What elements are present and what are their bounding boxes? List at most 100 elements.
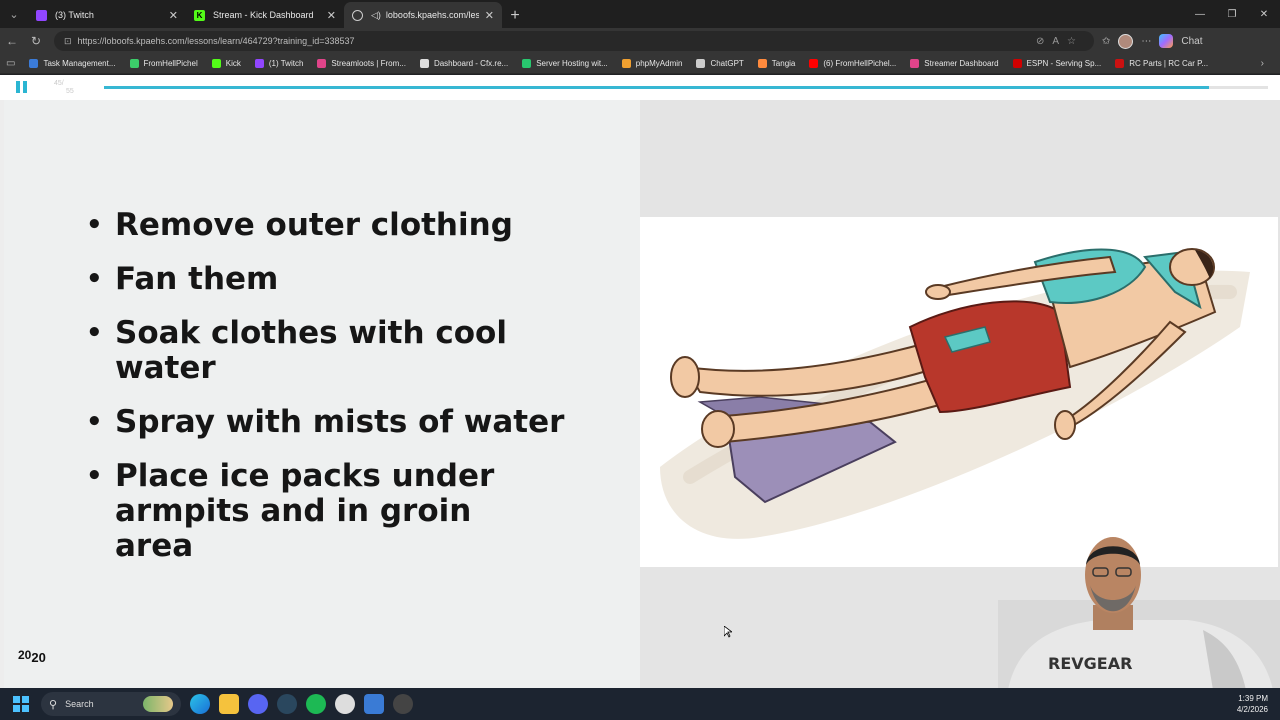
bookmark-item[interactable]: Dashboard - Cfx.re... [419, 59, 509, 68]
globe-icon [352, 9, 363, 21]
profile-avatar[interactable] [1118, 33, 1134, 49]
bookmark-label: RC Parts | RC Car P... [1129, 59, 1209, 68]
more-menu-icon[interactable]: ⋯ [1141, 36, 1151, 47]
progress-bar[interactable] [104, 86, 1268, 89]
tab-close-icon[interactable]: ✕ [169, 9, 178, 22]
bookmark-favicon-icon [129, 59, 139, 68]
spotify-icon[interactable] [306, 694, 326, 714]
bullet-item: Fan them [86, 262, 606, 298]
settings-gear-icon[interactable] [393, 694, 413, 714]
bookmark-item[interactable]: (1) Twitch [254, 59, 304, 68]
taskbar-search[interactable]: ⚲ Search [41, 692, 181, 716]
bookmark-item[interactable]: ESPN - Serving Sp... [1012, 59, 1102, 68]
bookmark-item[interactable]: Streamloots | From... [317, 59, 406, 68]
discord-icon[interactable] [248, 694, 268, 714]
bookmark-favicon-icon [254, 59, 264, 68]
url-field[interactable]: ⊡ https://loboofs.kpaehs.com/lessons/lea… [54, 31, 1094, 51]
bookmark-favicon-icon [522, 59, 532, 68]
slide-counter: 45/ 55 [54, 80, 74, 95]
bookmark-label: ESPN - Serving Sp... [1026, 59, 1102, 68]
bookmark-label: Dashboard - Cfx.re... [433, 59, 509, 68]
close-window-icon[interactable]: ✕ [1248, 0, 1280, 28]
bullet-item: Place ice packs under armpits and in gro… [86, 459, 546, 564]
progress-bar-fill [104, 86, 1209, 89]
bookmark-label: Kick [225, 59, 241, 68]
bullet-item: Remove outer clothing [86, 208, 606, 244]
bookmark-label: Task Management... [43, 59, 116, 68]
illustration-frame [640, 217, 1278, 567]
tab-kick-dashboard[interactable]: K Stream - Kick Dashboard ✕ [186, 2, 344, 28]
system-clock[interactable]: 1:39 PM 4/2/2026 [1237, 693, 1268, 715]
browser-tab-bar: ⌄ (3) Twitch ✕ K Stream - Kick Dashboard… [0, 0, 1280, 28]
bookmark-favicon-icon [910, 59, 920, 68]
speaker-icon[interactable]: ◁) [371, 10, 381, 21]
bookmark-item[interactable]: Server Hosting wit... [522, 59, 608, 68]
bookmark-item[interactable]: phpMyAdmin [621, 59, 682, 68]
file-explorer-icon[interactable] [219, 694, 239, 714]
restore-icon[interactable]: ❐ [1216, 0, 1248, 28]
tab-lessons[interactable]: ◁) loboofs.kpaehs.com/lessons/l ✕ [344, 2, 502, 28]
site-info-icon[interactable]: ⊡ [64, 36, 72, 47]
twitch-favicon-icon [36, 9, 47, 21]
sidebar-toggle-icon[interactable]: ▭ [6, 58, 15, 69]
slide-counter-current: 45 [54, 80, 62, 87]
bullet-list: Remove outer clothing Fan them Soak clot… [86, 208, 606, 583]
chevron-right-icon[interactable]: › [1261, 58, 1264, 69]
steam-icon[interactable] [277, 694, 297, 714]
tab-label: (3) Twitch [55, 10, 94, 20]
bookmark-favicon-icon [1012, 59, 1022, 68]
mouse-cursor-icon [724, 626, 732, 638]
streamer-webcam-image [998, 537, 1280, 690]
tab-close-icon[interactable]: ✕ [327, 9, 336, 22]
search-label: Search [65, 699, 94, 709]
app-icon[interactable] [364, 694, 384, 714]
chat-label[interactable]: Chat [1181, 36, 1202, 47]
bookmark-label: Streamloots | From... [331, 59, 406, 68]
obs-icon[interactable] [335, 694, 355, 714]
windows-taskbar: ⚲ Search 1:39 PM 4/2/2026 [0, 688, 1280, 720]
bookmark-favicon-icon [757, 59, 767, 68]
bookmark-favicon-icon [419, 59, 429, 68]
url-text: https://loboofs.kpaehs.com/lessons/learn… [77, 36, 355, 46]
bookmark-favicon-icon [809, 59, 819, 68]
bookmark-item[interactable]: ChatGPT [696, 59, 744, 68]
bookmark-label: Server Hosting wit... [536, 59, 608, 68]
search-icon: ⚲ [49, 698, 58, 711]
clock-time: 1:39 PM [1238, 694, 1268, 703]
tab-close-icon[interactable]: ✕ [485, 9, 494, 22]
back-arrow-icon[interactable]: ← [0, 34, 24, 48]
bookmark-favicon-icon [29, 59, 39, 68]
window-controls: — ❐ ✕ [1184, 0, 1280, 28]
tab-label: Stream - Kick Dashboard [213, 10, 314, 20]
clock-date: 4/2/2026 [1236, 705, 1268, 714]
bookmark-favicon-icon [1115, 59, 1125, 68]
bookmark-item[interactable]: Streamer Dashboard [910, 59, 999, 68]
bookmark-item[interactable]: (6) FromHellPichel... [809, 59, 896, 68]
tab-twitch[interactable]: (3) Twitch ✕ [28, 2, 186, 28]
tab-actions-menu-icon[interactable]: ⌄ [2, 2, 26, 26]
slide-text-panel: Remove outer clothing Fan them Soak clot… [4, 100, 640, 688]
edge-icon[interactable] [190, 694, 210, 714]
tab-label: loboofs.kpaehs.com/lessons/l [385, 10, 479, 20]
search-highlight-image [143, 696, 173, 712]
favorites-icon[interactable]: ✩ [1102, 36, 1110, 47]
bookmark-item[interactable]: RC Parts | RC Car P... [1115, 59, 1208, 68]
pause-icon[interactable] [16, 81, 28, 93]
webcam-overlay: REVGEAR [998, 530, 1280, 690]
logo-main: 20 [18, 648, 32, 662]
copilot-icon[interactable] [1159, 34, 1174, 48]
twenty-twenty-logo: 2020 [18, 648, 46, 665]
windows-start-icon[interactable] [13, 696, 29, 712]
bookmarks-bar: ▭ Task Management... FromHellPichel Kick (1… [0, 54, 1280, 74]
bookmark-label: (1) Twitch [268, 59, 304, 68]
bookmark-item[interactable]: FromHellPichel [129, 59, 198, 68]
bookmark-favicon-icon [621, 59, 631, 68]
minimize-icon[interactable]: — [1184, 0, 1216, 28]
bookmark-item[interactable]: Kick [211, 59, 241, 68]
refresh-icon[interactable]: ↻ [24, 34, 48, 48]
url-action-icons[interactable]: ⊘A☆ [1036, 36, 1084, 47]
new-tab-button[interactable]: + [502, 7, 528, 25]
player-control-bar: 45/ 55 [0, 75, 1280, 100]
bookmark-item[interactable]: Task Management... [29, 59, 116, 68]
bookmark-item[interactable]: Tangia [757, 59, 795, 68]
